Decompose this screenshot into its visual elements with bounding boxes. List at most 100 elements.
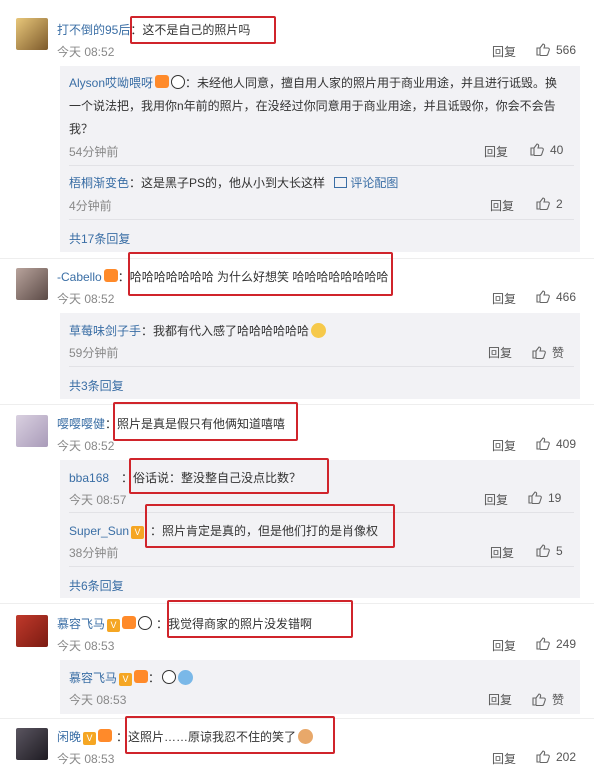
like-count: 2 — [556, 197, 563, 211]
username[interactable]: Alyson哎呦喂呀 — [69, 76, 153, 90]
reply-button[interactable]: 回复 — [492, 43, 516, 60]
thumbs-up-icon — [528, 491, 542, 505]
thumbs-up-icon — [536, 197, 550, 211]
like-button[interactable]: 2 — [536, 197, 563, 211]
like-count: 466 — [556, 290, 577, 304]
highlight-box — [130, 16, 276, 44]
like-count: 409 — [556, 437, 577, 451]
avatar[interactable] — [16, 415, 48, 447]
like-button[interactable]: 赞 — [532, 344, 564, 361]
username[interactable]: 梧桐渐变色 — [69, 176, 129, 190]
timestamp: 今天 08:53 — [57, 752, 115, 766]
picture-icon — [334, 177, 348, 188]
username[interactable]: 嘤嘤嘤健 — [57, 417, 105, 431]
reply-button[interactable]: 回复 — [484, 143, 508, 160]
avatar[interactable] — [16, 268, 48, 300]
more-replies-link[interactable]: 共17条回复 — [69, 230, 130, 247]
member-badge-icon — [155, 75, 170, 88]
like-button[interactable]: 249 — [536, 637, 576, 651]
like-button[interactable]: 466 — [536, 290, 576, 304]
like-button[interactable]: 赞 — [532, 691, 564, 708]
avatar[interactable] — [16, 728, 48, 760]
reply-button[interactable]: 回复 — [488, 344, 512, 361]
reply-divider — [69, 219, 574, 220]
reply-text: ：未经他人同意，擅自用人家的照片用于商业用途，并且进行诋毁。换 — [185, 76, 558, 90]
timestamp: 今天 08:53 — [57, 639, 115, 653]
verified-v-icon: V — [119, 673, 133, 686]
reply-line: 慕容飞马 V ： — [69, 669, 194, 686]
highlight-box — [129, 458, 329, 494]
timestamp: 今天 08:53 — [69, 693, 127, 707]
reply-line: 草莓味剑子手：我都有代入感了哈哈哈哈哈哈 — [69, 322, 327, 339]
like-count: 40 — [550, 143, 564, 157]
verified-v-icon: V — [83, 732, 97, 745]
reply-button[interactable]: 回复 — [492, 437, 516, 454]
reply-button[interactable]: 回复 — [490, 544, 514, 561]
timestamp: 54分钟前 — [69, 145, 119, 159]
reply-text: ： — [148, 671, 161, 685]
like-count: 赞 — [552, 693, 565, 707]
panda-emoji-icon — [162, 670, 177, 684]
thumbs-up-icon — [536, 43, 550, 57]
username[interactable]: -Cabello — [57, 270, 102, 284]
avatar[interactable] — [16, 18, 48, 50]
timestamp: 今天 08:57 — [69, 493, 127, 507]
like-button[interactable]: 40 — [530, 143, 563, 157]
reply-button[interactable]: 回复 — [492, 750, 516, 767]
member-badge-icon — [103, 269, 118, 282]
reply-divider — [69, 366, 574, 367]
like-count: 566 — [556, 43, 577, 57]
timestamp: 38分钟前 — [69, 546, 119, 560]
like-button[interactable]: 566 — [536, 43, 576, 57]
username[interactable]: bba168 — [69, 471, 109, 485]
reply-button[interactable]: 回复 — [492, 637, 516, 654]
more-replies-link[interactable]: 共6条回复 — [69, 577, 124, 594]
comment-image-link[interactable]: 评论配图 — [334, 176, 398, 190]
timestamp: 59分钟前 — [69, 346, 119, 360]
reply-line: 梧桐渐变色：这是黑子PS的，他从小到大长这样 评论配图 — [69, 174, 398, 191]
avatar[interactable] — [16, 615, 48, 647]
highlight-box — [125, 716, 335, 754]
timestamp: 今天 08:52 — [57, 45, 115, 59]
highlight-box — [145, 504, 395, 548]
reply-line: Alyson哎呦喂呀 ：未经他人同意，擅自用人家的照片用于商业用途，并且进行诋毁。… — [69, 74, 557, 91]
reply-divider — [69, 165, 574, 166]
thumbs-up-icon — [530, 143, 544, 157]
like-count: 5 — [556, 544, 563, 558]
reply-text-line3: 我？ — [69, 122, 94, 136]
reply-text: ：我都有代入感了哈哈哈哈哈哈 — [141, 324, 310, 338]
username[interactable]: 慕容飞马 — [57, 617, 105, 631]
timestamp: 今天 08:52 — [57, 439, 115, 453]
reply-divider — [69, 566, 574, 567]
reply-text: ：这是黑子PS的，他从小到大长这样 — [129, 176, 326, 190]
like-button[interactable]: 19 — [528, 491, 561, 505]
verified-v-icon: V — [131, 526, 145, 539]
member-badge-icon — [98, 729, 113, 742]
like-button[interactable]: 409 — [536, 437, 576, 451]
reply-text-line2: 一个说法把，我用你n年前的照片，在没经过你同意用于商业用途，并且诋毁你，你会不会… — [69, 99, 556, 113]
like-count: 202 — [556, 750, 577, 764]
panda-emoji-icon — [171, 75, 186, 89]
username[interactable]: Super_Sun — [69, 524, 129, 538]
thumbs-up-icon — [536, 544, 550, 558]
thumbs-up-icon — [536, 750, 550, 764]
like-button[interactable]: 202 — [536, 750, 576, 764]
username[interactable]: 闲晚 — [57, 730, 81, 744]
thumbs-up-icon — [536, 437, 550, 451]
like-button[interactable]: 5 — [536, 544, 563, 558]
emoji-icon — [178, 670, 194, 685]
highlight-box — [113, 402, 298, 441]
username[interactable]: 慕容飞马 — [69, 671, 117, 685]
reply-button[interactable]: 回复 — [488, 691, 512, 708]
member-badge-icon — [122, 616, 137, 629]
thumbs-up-icon — [532, 346, 546, 360]
thumbs-up-icon — [532, 693, 546, 707]
like-count: 19 — [548, 491, 562, 505]
username[interactable]: 打不倒的95后 — [57, 23, 130, 37]
reply-button[interactable]: 回复 — [492, 290, 516, 307]
timestamp: 今天 08:52 — [57, 292, 115, 306]
more-replies-link[interactable]: 共3条回复 — [69, 377, 124, 394]
reply-button[interactable]: 回复 — [490, 197, 514, 214]
username[interactable]: 草莓味剑子手 — [69, 324, 141, 338]
reply-button[interactable]: 回复 — [484, 491, 508, 508]
